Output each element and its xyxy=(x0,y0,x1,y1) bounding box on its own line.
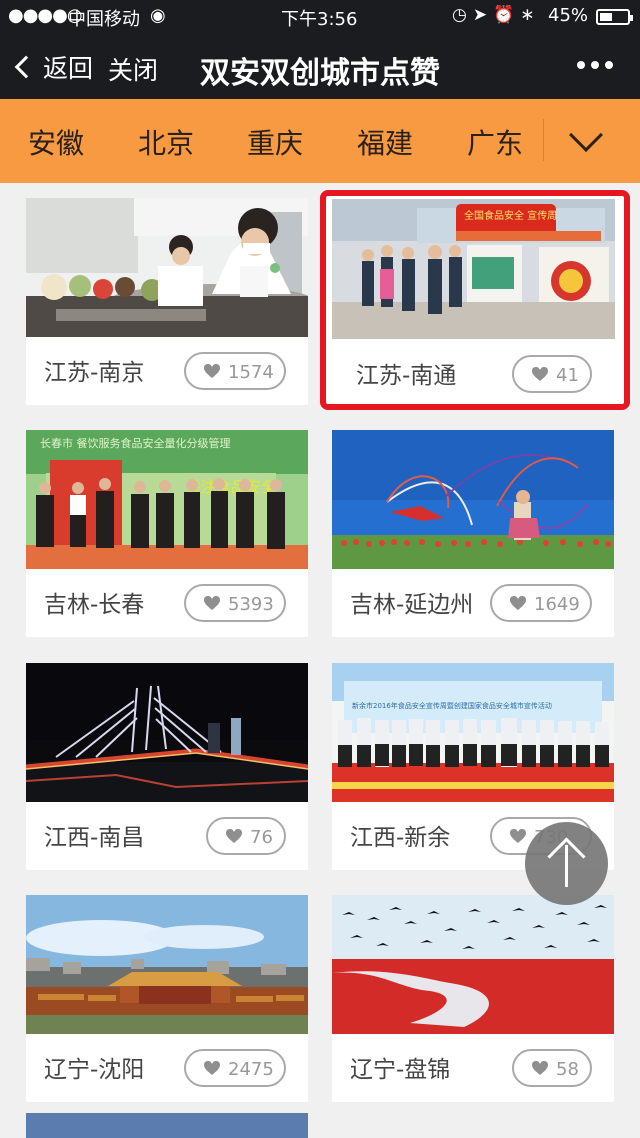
city-name: 江西-南昌 xyxy=(44,825,145,851)
city-card-panjin[interactable]: 辽宁-盘锦 58 xyxy=(332,895,614,1102)
scroll-to-top-button[interactable] xyxy=(525,822,608,905)
ribbon-dance-photo xyxy=(332,430,614,569)
city-photo xyxy=(26,895,308,1034)
heart-icon xyxy=(510,829,526,843)
city-card-nanjing[interactable]: 江苏-南京 1574 xyxy=(26,198,308,405)
city-photo xyxy=(332,895,614,1034)
food-safety-exhibition-photo: 全国食品安全 宣传周 xyxy=(332,199,615,339)
heart-icon xyxy=(510,596,526,610)
heart-icon xyxy=(204,596,220,610)
city-name: 江苏-南京 xyxy=(44,360,145,386)
like-button[interactable]: 1574 xyxy=(184,352,286,390)
city-name: 吉林-延边州 xyxy=(350,592,474,618)
close-button[interactable]: 关闭 xyxy=(108,51,158,87)
like-count: 2475 xyxy=(228,1059,274,1080)
like-count: 41 xyxy=(556,365,579,386)
region-tab-guangdong[interactable]: 广东 xyxy=(467,122,523,162)
carrier-name: 中国移动 xyxy=(68,9,140,30)
like-count: 76 xyxy=(250,827,273,848)
city-photo: 长春市 餐饮服务食品安全量化分级管理 关注食品安全 xyxy=(26,430,308,569)
wifi-icon: ◉ xyxy=(150,5,166,26)
region-tabs: 安徽 北京 重庆 福建 广东 xyxy=(0,99,640,183)
region-tab-anhui[interactable]: 安徽 xyxy=(28,122,84,162)
status-icons: ◷➤⏰∗ xyxy=(452,5,541,25)
city-name: 辽宁-盘锦 xyxy=(350,1057,451,1083)
back-label: 返回 xyxy=(43,54,94,83)
red-beach-photo xyxy=(332,895,614,1034)
city-photo: 新余市2016年食品安全宣传周暨创建国家食品安全城市宣传活动 xyxy=(332,663,614,802)
like-button[interactable]: 1649 xyxy=(490,584,592,622)
city-name: 辽宁-沈阳 xyxy=(44,1057,145,1083)
region-tab-fujian[interactable]: 福建 xyxy=(357,122,413,162)
battery-icon xyxy=(596,9,633,25)
heart-icon xyxy=(204,364,220,378)
page-title: 双安双创城市点赞 xyxy=(200,56,440,91)
palace-city-photo xyxy=(26,895,308,1034)
city-photo xyxy=(26,198,308,337)
region-tab-chongqing[interactable]: 重庆 xyxy=(247,122,303,162)
like-button[interactable]: 41 xyxy=(512,355,592,393)
heart-icon xyxy=(226,829,242,843)
heart-icon xyxy=(532,1061,548,1075)
city-card-yanbian[interactable]: 吉林-延边州 1649 xyxy=(332,430,614,637)
city-photo: 全国食品安全 宣传周 xyxy=(332,199,615,339)
city-photo xyxy=(26,663,308,802)
chevron-down-icon[interactable] xyxy=(569,118,603,152)
city-card-nantong-selected[interactable]: 全国食品安全 宣传周 江苏-南通 41 xyxy=(320,190,630,410)
city-card-nanchang[interactable]: 江西-南昌 76 xyxy=(26,663,308,870)
like-count: 1649 xyxy=(534,594,580,615)
status-time: 下午3:56 xyxy=(281,9,358,30)
exhibition-sign-text: 全国食品安全 宣传周 xyxy=(464,209,557,222)
night-bridge-photo xyxy=(26,663,308,802)
like-button[interactable]: 5393 xyxy=(184,584,286,622)
status-bar: ●●●●○ 中国移动 ◉ 下午3:56 ◷➤⏰∗ 45% xyxy=(0,0,640,32)
like-count: 5393 xyxy=(228,594,274,615)
ceremony-photo: 长春市 餐饮服务食品安全量化分级管理 关注食品安全 xyxy=(26,430,308,569)
city-photo xyxy=(332,430,614,569)
city-name: 吉林-长春 xyxy=(44,592,145,618)
heart-icon xyxy=(204,1061,220,1075)
region-divider xyxy=(543,119,544,161)
banner-text: 长春市 餐饮服务食品安全量化分级管理 xyxy=(40,436,231,450)
more-options-icon[interactable] xyxy=(577,61,613,69)
city-name: 江苏-南通 xyxy=(356,363,457,389)
heart-icon xyxy=(532,367,548,381)
city-name: 江西-新余 xyxy=(350,825,451,851)
like-button[interactable]: 58 xyxy=(512,1049,592,1087)
battery-percent: 45% xyxy=(548,5,589,26)
city-card-changchun[interactable]: 长春市 餐饮服务食品安全量化分级管理 关注食品安全 吉林-长春 5393 xyxy=(26,430,308,637)
city-card-shenyang[interactable]: 辽宁-沈阳 2475 xyxy=(26,895,308,1102)
arrow-up-icon-stem xyxy=(565,845,568,887)
chevron-left-icon xyxy=(14,55,38,79)
food-inspection-photo xyxy=(26,198,308,337)
navigation-bar: 返回 关闭 双安双创城市点赞 xyxy=(0,32,640,99)
region-tab-beijing[interactable]: 北京 xyxy=(138,122,194,162)
like-button[interactable]: 76 xyxy=(206,817,286,855)
back-button[interactable]: 返回 xyxy=(14,49,94,85)
partial-city-card[interactable] xyxy=(26,1113,308,1138)
group-event-photo: 新余市2016年食品安全宣传周暨创建国家食品安全城市宣传活动 xyxy=(332,663,614,802)
like-count: 1574 xyxy=(228,362,274,383)
like-button[interactable]: 2475 xyxy=(184,1049,286,1087)
banner-text: 新余市2016年食品安全宣传周暨创建国家食品安全城市宣传活动 xyxy=(352,701,552,710)
like-count: 58 xyxy=(556,1059,579,1080)
